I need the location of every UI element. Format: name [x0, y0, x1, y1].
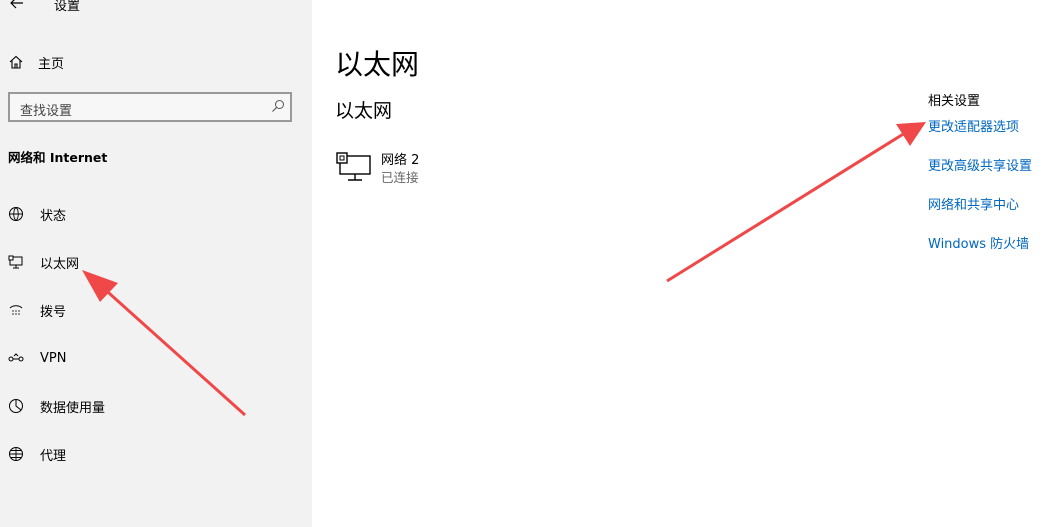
- dial-up-icon: [9, 305, 23, 315]
- network-status-icon: [9, 207, 23, 221]
- advanced-sharing-settings-link[interactable]: 更改高级共享设置: [928, 157, 1032, 196]
- sidebar-item-label: 代理: [40, 448, 67, 464]
- page-title: 以太网: [335, 48, 420, 81]
- sidebar-item-label: 以太网: [40, 256, 80, 272]
- windows-firewall-link[interactable]: Windows 防火墙: [928, 235, 1032, 274]
- home-icon: [9, 55, 23, 69]
- sidebar-item-status[interactable]: 状态: [8, 203, 66, 225]
- sidebar-item-label: 拨号: [40, 304, 67, 320]
- section-title: 网络和 Internet: [8, 150, 108, 165]
- sidebar-item-vpn[interactable]: VPN: [8, 347, 66, 369]
- sidebar-item-label: VPN: [40, 350, 67, 366]
- annotation-arrow-right: [666, 122, 926, 283]
- search-placeholder: 查找设置: [20, 104, 73, 119]
- back-arrow-icon[interactable]: [8, 0, 26, 12]
- data-usage-icon: [9, 399, 23, 413]
- network-name: 网络 2: [381, 153, 420, 168]
- section-heading: 以太网: [335, 100, 393, 122]
- change-adapter-options-link[interactable]: 更改适配器选项: [928, 118, 1032, 157]
- search-input[interactable]: 查找设置: [8, 92, 292, 122]
- vpn-icon: [8, 353, 24, 362]
- sidebar-item-label: 数据使用量: [40, 400, 106, 416]
- sidebar-item-label: 状态: [40, 208, 67, 224]
- ethernet-icon: [8, 255, 23, 269]
- app-title: 设置: [54, 0, 81, 14]
- sidebar: 设置 主页 查找设置 网络和 Internet 状态 以太网 拨号 VPN 数据…: [0, 0, 312, 527]
- ethernet-connection-icon: [336, 152, 371, 181]
- sidebar-item-proxy[interactable]: 代理: [8, 443, 66, 465]
- related-settings: 相关设置 更改适配器选项 更改高级共享设置 网络和共享中心 Windows 防火…: [928, 90, 1032, 274]
- search-icon[interactable]: [270, 98, 286, 114]
- network-status: 已连接: [381, 170, 419, 185]
- home-label: 主页: [38, 56, 65, 72]
- related-settings-header: 相关设置: [928, 94, 981, 109]
- network-connection-item[interactable]: 网络 2 已连接: [336, 152, 419, 186]
- sidebar-item-dialup[interactable]: 拨号: [8, 299, 66, 321]
- network-sharing-center-link[interactable]: 网络和共享中心: [928, 196, 1032, 235]
- title-bar: 设置: [0, 0, 312, 18]
- sidebar-item-ethernet[interactable]: 以太网: [8, 251, 79, 273]
- sidebar-item-data-usage[interactable]: 数据使用量: [8, 395, 105, 417]
- proxy-globe-icon: [9, 447, 23, 461]
- home-nav-item[interactable]: 主页: [8, 52, 64, 72]
